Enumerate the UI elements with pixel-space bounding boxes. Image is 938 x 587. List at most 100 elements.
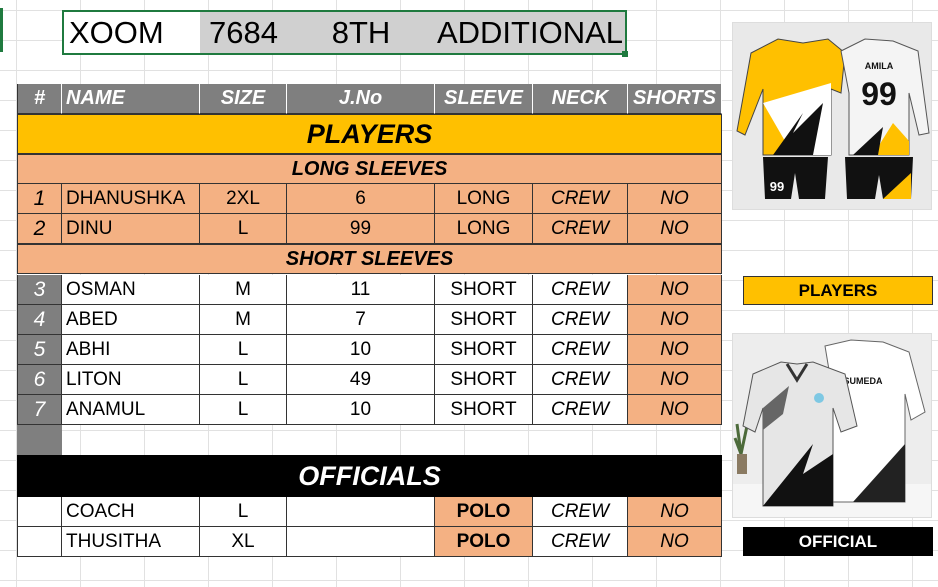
row-number[interactable]: 9 <box>17 527 62 557</box>
fill-handle[interactable] <box>622 51 628 57</box>
shorts-cell[interactable]: NO <box>628 214 722 244</box>
shorts-cell[interactable]: NO <box>628 184 722 214</box>
table-row: 4 ABED M 7 SHORT CREW NO <box>17 305 722 335</box>
row-number[interactable]: 5 <box>17 335 62 365</box>
table-row: 8 COACH L POLO CREW NO <box>17 497 722 527</box>
jersey-number-cell[interactable]: 7 <box>287 305 435 335</box>
name-cell[interactable]: THUSITHA <box>62 527 200 557</box>
col-header-number[interactable]: # <box>17 84 62 114</box>
size-cell[interactable]: L <box>200 214 287 244</box>
officials-banner[interactable]: OFFICIALS <box>17 455 722 497</box>
row-number[interactable]: 3 <box>17 275 62 305</box>
sleeve-cell[interactable]: SHORT <box>435 305 533 335</box>
column-header-row: # NAME SIZE J.No SLEEVE NECK SHORTS <box>17 84 722 114</box>
shorts-number: 99 <box>770 179 784 194</box>
shorts-cell[interactable]: NO <box>628 275 722 305</box>
name-cell[interactable]: ABED <box>62 305 200 335</box>
name-cell[interactable]: ABHI <box>62 335 200 365</box>
size-cell[interactable]: 2XL <box>200 184 287 214</box>
shorts-cell[interactable]: NO <box>628 527 722 557</box>
name-cell[interactable]: DHANUSHKA <box>62 184 200 214</box>
jersey-number-cell[interactable]: 49 <box>287 365 435 395</box>
size-cell[interactable]: L <box>200 365 287 395</box>
size-cell[interactable]: M <box>200 275 287 305</box>
col-header-name[interactable]: NAME <box>62 84 200 114</box>
players-label-cell[interactable]: PLAYERS <box>743 276 933 305</box>
short-sleeves-banner[interactable]: SHORT SLEEVES <box>17 244 722 274</box>
table-row: 6 LITON L 49 SHORT CREW NO <box>17 365 722 395</box>
jersey-number-cell[interactable]: 6 <box>287 184 435 214</box>
table-row: 1 DHANUSHKA 2XL 6 LONG CREW NO <box>17 184 722 214</box>
table-row: 9 THUSITHA XL POLO CREW NO <box>17 527 722 557</box>
neck-cell[interactable]: CREW <box>533 275 628 305</box>
batch-cell[interactable]: 8TH <box>287 10 435 55</box>
official-kit-mockup-image[interactable]: SUMEDA <box>732 333 932 518</box>
jersey-back-number: 99 <box>861 76 897 112</box>
table-row: 2 DINU L 99 LONG CREW NO <box>17 214 722 244</box>
team-name-cell[interactable]: XOOM <box>62 10 200 55</box>
long-sleeves-banner[interactable]: LONG SLEEVES <box>17 154 722 184</box>
jersey-number-cell[interactable]: 10 <box>287 395 435 425</box>
sleeve-cell[interactable]: POLO <box>435 497 533 527</box>
selection-edge <box>0 8 3 52</box>
neck-cell[interactable]: CREW <box>533 184 628 214</box>
sleeve-cell[interactable]: SHORT <box>435 335 533 365</box>
neck-cell[interactable]: CREW <box>533 395 628 425</box>
order-type-cell[interactable]: ADDITIONAL <box>435 10 627 55</box>
players-banner[interactable]: PLAYERS <box>17 114 722 154</box>
neck-cell[interactable]: CREW <box>533 527 628 557</box>
jersey-number-cell[interactable]: 99 <box>287 214 435 244</box>
table-row: 7 ANAMUL L 10 SHORT CREW NO <box>17 395 722 425</box>
shorts-cell[interactable]: NO <box>628 395 722 425</box>
row-number[interactable]: 2 <box>17 214 62 244</box>
size-cell[interactable]: L <box>200 395 287 425</box>
player-kit-mockup-image[interactable]: AMILA 99 99 <box>732 22 932 210</box>
size-cell[interactable]: XL <box>200 527 287 557</box>
shorts-cell[interactable]: NO <box>628 335 722 365</box>
col-header-shorts[interactable]: SHORTS <box>628 84 722 114</box>
row-number[interactable]: 6 <box>17 365 62 395</box>
sleeve-cell[interactable]: LONG <box>435 184 533 214</box>
polo-back-name: SUMEDA <box>843 376 883 386</box>
size-cell[interactable]: M <box>200 305 287 335</box>
name-cell[interactable]: COACH <box>62 497 200 527</box>
name-cell[interactable]: ANAMUL <box>62 395 200 425</box>
row-number[interactable]: 7 <box>17 395 62 425</box>
name-cell[interactable]: DINU <box>62 214 200 244</box>
neck-cell[interactable]: CREW <box>533 335 628 365</box>
jersey-number-cell[interactable] <box>287 497 435 527</box>
shorts-cell[interactable]: NO <box>628 305 722 335</box>
name-cell[interactable]: LITON <box>62 365 200 395</box>
table-row: 5 ABHI L 10 SHORT CREW NO <box>17 335 722 365</box>
sleeve-cell[interactable]: LONG <box>435 214 533 244</box>
col-header-jersey-number[interactable]: J.No <box>287 84 435 114</box>
row-number[interactable]: 8 <box>17 497 62 527</box>
shorts-cell[interactable]: NO <box>628 497 722 527</box>
jersey-back-name: AMILA <box>865 61 894 71</box>
jersey-number-cell[interactable]: 11 <box>287 275 435 305</box>
size-cell[interactable]: L <box>200 497 287 527</box>
player-kit-drawing: AMILA 99 99 <box>733 23 931 209</box>
row-number[interactable]: 1 <box>17 184 62 214</box>
spacer-cell <box>17 425 62 455</box>
shorts-cell[interactable]: NO <box>628 365 722 395</box>
table-row: 3 OSMAN M 11 SHORT CREW NO <box>17 275 722 305</box>
neck-cell[interactable]: CREW <box>533 497 628 527</box>
neck-cell[interactable]: CREW <box>533 214 628 244</box>
col-header-neck[interactable]: NECK <box>533 84 628 114</box>
row-number[interactable]: 4 <box>17 305 62 335</box>
order-number-cell[interactable]: 7684 <box>200 10 287 55</box>
sleeve-cell[interactable]: SHORT <box>435 395 533 425</box>
col-header-sleeve[interactable]: SLEEVE <box>435 84 533 114</box>
sleeve-cell[interactable]: POLO <box>435 527 533 557</box>
jersey-number-cell[interactable]: 10 <box>287 335 435 365</box>
sleeve-cell[interactable]: SHORT <box>435 275 533 305</box>
name-cell[interactable]: OSMAN <box>62 275 200 305</box>
sleeve-cell[interactable]: SHORT <box>435 365 533 395</box>
col-header-size[interactable]: SIZE <box>200 84 287 114</box>
official-label-cell[interactable]: OFFICIAL <box>743 527 933 556</box>
neck-cell[interactable]: CREW <box>533 365 628 395</box>
jersey-number-cell[interactable] <box>287 527 435 557</box>
neck-cell[interactable]: CREW <box>533 305 628 335</box>
size-cell[interactable]: L <box>200 335 287 365</box>
